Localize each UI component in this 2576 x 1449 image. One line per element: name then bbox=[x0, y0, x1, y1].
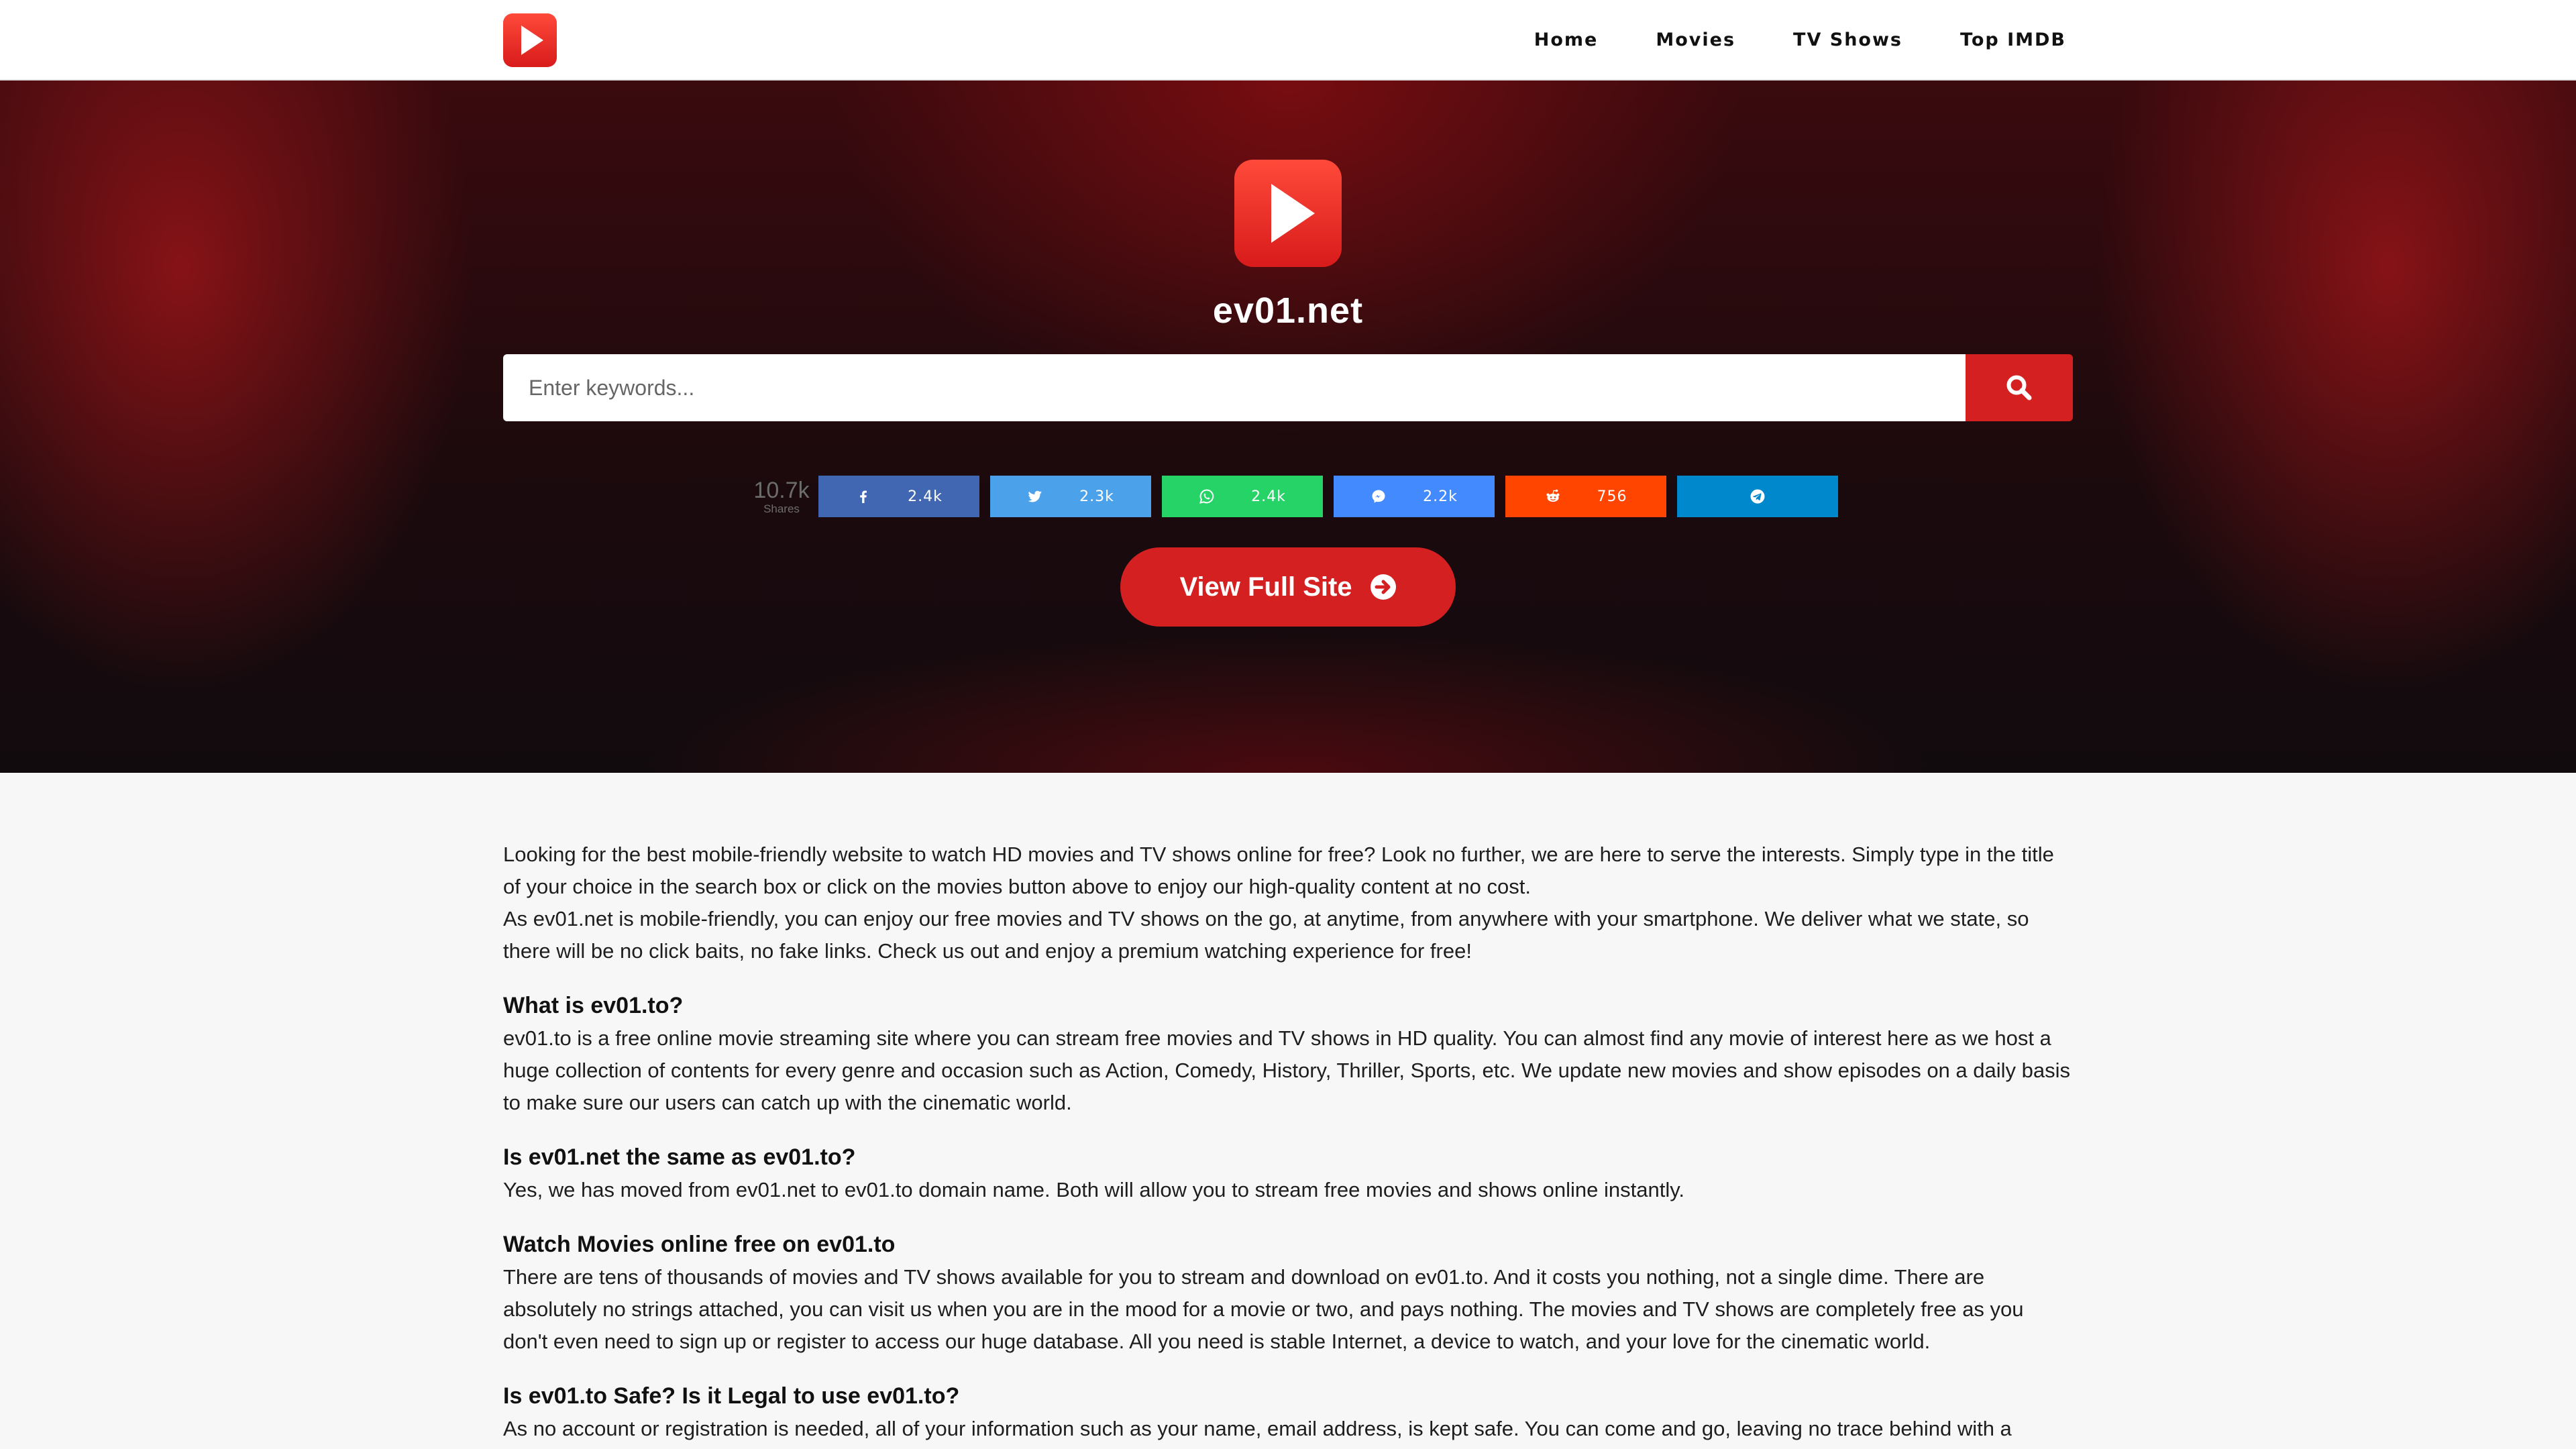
share-total: 10.7k Shares bbox=[745, 479, 818, 515]
nav-top-imdb[interactable]: Top IMDB bbox=[1960, 30, 2066, 50]
nav-tv-shows[interactable]: TV Shows bbox=[1793, 30, 1902, 50]
share-bar: 10.7k Shares 2.4k 2.3k 2.4k 2.2k 756 bbox=[745, 475, 1838, 518]
share-facebook-count: 2.4k bbox=[908, 488, 943, 505]
search-input[interactable] bbox=[503, 354, 1966, 421]
share-telegram-button[interactable] bbox=[1677, 476, 1838, 517]
intro-paragraph: Looking for the best mobile-friendly web… bbox=[503, 843, 2054, 898]
view-full-site-label: View Full Site bbox=[1179, 572, 1352, 602]
search-button[interactable] bbox=[1966, 354, 2073, 421]
telegram-icon bbox=[1750, 489, 1765, 504]
facebook-icon bbox=[860, 490, 867, 503]
share-total-count: 10.7k bbox=[753, 477, 810, 503]
share-total-label: Shares bbox=[763, 502, 800, 515]
section-heading: Is ev01.to Safe? Is it Legal to use ev01… bbox=[503, 1383, 960, 1409]
section-body: Yes, we has moved from ev01.net to ev01.… bbox=[503, 1178, 1685, 1201]
share-twitter-count: 2.3k bbox=[1079, 488, 1114, 505]
nav-home[interactable]: Home bbox=[1534, 30, 1599, 50]
share-reddit-button[interactable]: 756 bbox=[1505, 476, 1666, 517]
page: Home Movies TV Shows Top IMDB ev01.net E… bbox=[0, 0, 2576, 1449]
share-messenger-button[interactable]: 2.2k bbox=[1334, 476, 1495, 517]
section-heading: Watch Movies online free on ev01.to bbox=[503, 1232, 896, 1257]
search-icon bbox=[2006, 375, 2032, 400]
nav-movies[interactable]: Movies bbox=[1656, 30, 1735, 50]
play-icon[interactable] bbox=[1234, 160, 1342, 267]
reddit-icon bbox=[1546, 489, 1559, 502]
site-title: ev01.net bbox=[1212, 290, 1364, 331]
intro-paragraph: As ev01.net is mobile-friendly, you can … bbox=[503, 907, 2029, 963]
section-body: ev01.to is a free online movie streaming… bbox=[503, 1026, 2071, 1114]
share-twitter-button[interactable]: 2.3k bbox=[990, 476, 1151, 517]
seo-content: Looking for the best mobile-friendly web… bbox=[503, 839, 2073, 1445]
whatsapp-icon bbox=[1199, 489, 1214, 504]
section-heading: What is ev01.to? bbox=[503, 993, 684, 1018]
top-navbar: Home Movies TV Shows Top IMDB bbox=[0, 0, 2576, 80]
arrow-right-circle-icon bbox=[1370, 574, 1396, 600]
hero-section: ev01.net 10.7k Shares 2.4k bbox=[0, 80, 2576, 773]
twitter-icon bbox=[1028, 490, 1042, 502]
share-whatsapp-count: 2.4k bbox=[1251, 488, 1286, 505]
share-reddit-count: 756 bbox=[1597, 488, 1627, 505]
section-body: There are tens of thousands of movies an… bbox=[503, 1265, 2024, 1353]
search-bar bbox=[503, 354, 2073, 421]
share-whatsapp-button[interactable]: 2.4k bbox=[1162, 476, 1323, 517]
share-messenger-count: 2.2k bbox=[1423, 488, 1458, 505]
section-heading: Is ev01.net the same as ev01.to? bbox=[503, 1144, 856, 1170]
messenger-icon bbox=[1372, 490, 1385, 503]
play-icon[interactable] bbox=[503, 13, 557, 67]
main-nav: Home Movies TV Shows Top IMDB bbox=[1477, 0, 2066, 79]
view-full-site-button[interactable]: View Full Site bbox=[1120, 547, 1456, 627]
section-body: As no account or registration is needed,… bbox=[503, 1417, 2012, 1440]
share-facebook-button[interactable]: 2.4k bbox=[818, 476, 979, 517]
